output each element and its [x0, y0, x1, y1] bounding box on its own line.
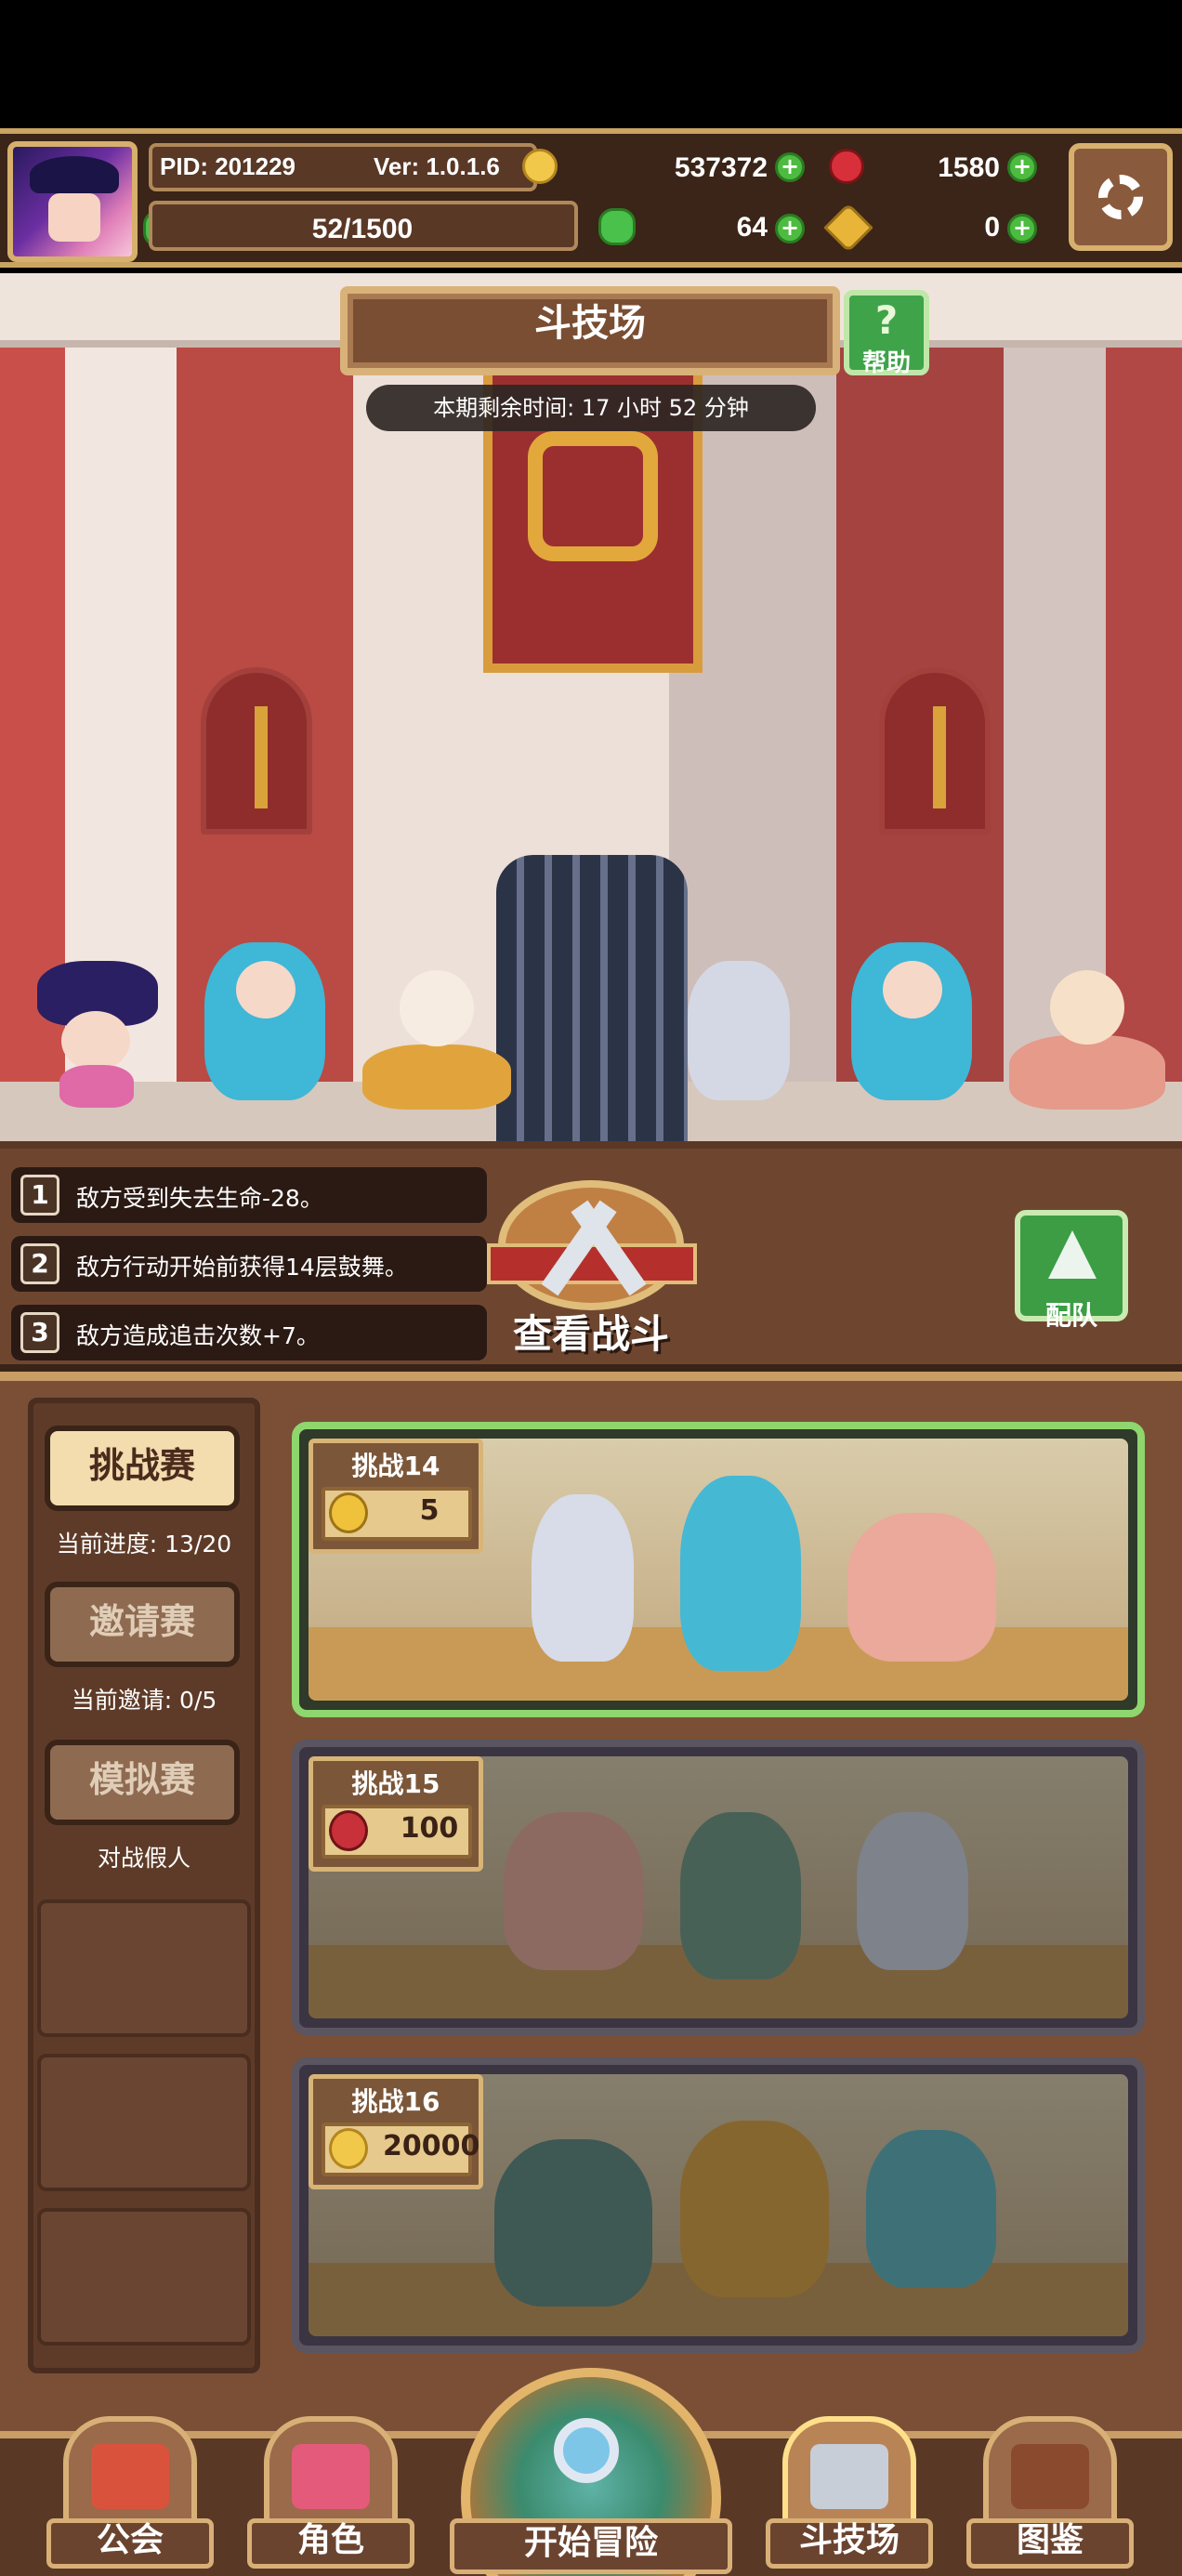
challenge-reward: 20000: [383, 2130, 480, 2162]
gold-coin-icon: [329, 2128, 368, 2169]
book-icon: [1011, 2444, 1089, 2509]
challenge-title: 挑战15: [351, 1768, 440, 1799]
simulate-mode-label[interactable]: 模拟赛: [45, 1740, 240, 1825]
guild-house-icon: [91, 2444, 169, 2509]
simulate-subtitle: 对战假人: [97, 1845, 190, 1872]
empty-mode-slot: [37, 2208, 251, 2346]
avatar-face: [48, 193, 100, 242]
stamina-value: 52/1500: [311, 214, 414, 244]
enemy-sprite-mermaid: [842, 914, 981, 1110]
key-count: 0: [984, 212, 1000, 243]
sword-alcove-left: [201, 667, 312, 835]
nav-character-label: 角色: [296, 2521, 364, 2559]
gold-coin-icon: [522, 149, 558, 184]
season-timer: 本期剩余时间: 17 小时 52 分钟: [433, 395, 749, 421]
buff-row: 2 敌方行动开始前获得14层鼓舞。: [11, 1236, 487, 1292]
buff-text: 敌方造成追击次数+7。: [76, 1322, 320, 1349]
ribbon-icon: [487, 1243, 697, 1284]
buff-number: 3: [20, 1312, 59, 1353]
ruby-gem-icon: [329, 1810, 368, 1851]
game-version: Ver: 1.0.1.6: [374, 152, 500, 180]
view-battle-label[interactable]: 查看战斗: [452, 1303, 730, 1360]
invite-mode-label[interactable]: 邀请赛: [45, 1582, 240, 1667]
arena-gate: [496, 855, 688, 1143]
nav-arena[interactable]: 斗技场: [766, 2416, 933, 2576]
buff-row: 1 敌方受到失去生命-28。: [11, 1167, 487, 1223]
enemy-clam-girl-sprite: [504, 1812, 643, 1970]
character-portrait-icon: [292, 2444, 370, 2509]
crossed-swords-icon: [810, 2444, 888, 2509]
player-avatar[interactable]: [7, 141, 138, 262]
clover-count: 64: [736, 212, 768, 243]
invite-progress: 当前邀请: 0/5: [71, 1687, 217, 1714]
buff-text: 敌方受到失去生命-28。: [76, 1185, 323, 1212]
team-icon: [1048, 1230, 1097, 1279]
nav-codex[interactable]: 图鉴: [966, 2416, 1134, 2576]
add-gold-button[interactable]: +: [775, 152, 805, 182]
nav-adventure[interactable]: 开始冒险: [450, 2368, 732, 2576]
challenge-reward: 100: [400, 1812, 459, 1845]
enemy-ghost-sprite: [857, 1812, 968, 1970]
add-key-button[interactable]: +: [1007, 214, 1037, 243]
challenge-mode-label[interactable]: 挑战赛: [45, 1426, 240, 1511]
octagon-emblem-icon: [528, 431, 658, 561]
buff-row: 3 敌方造成追击次数+7。: [11, 1305, 487, 1360]
team-setup-label: 配队: [1044, 1300, 1097, 1331]
enemy-shell-princess-sprite: [680, 2121, 829, 2297]
enemy-sprite-mermaid: [195, 914, 335, 1110]
enemy-golem-sprite: [866, 2130, 996, 2288]
enemy-ghost-sprite: [532, 1494, 634, 1662]
challenge-title: 挑战16: [351, 2086, 440, 2117]
ruby-count: 1580: [938, 152, 1000, 183]
magnifier-icon: [554, 2418, 619, 2483]
nav-arena-label: 斗技场: [798, 2521, 900, 2559]
buff-number: 2: [20, 1243, 59, 1284]
gold-count: 537372: [674, 152, 768, 183]
nav-guild[interactable]: 公会: [46, 2416, 214, 2576]
sword-alcove-right: [879, 667, 991, 835]
enemy-cat-girl-sprite: [680, 1812, 801, 1979]
enemy-clam-girl-sprite: [847, 1513, 996, 1662]
nav-guild-label: 公会: [96, 2521, 164, 2559]
clover-icon: [598, 208, 636, 245]
nav-codex-label: 图鉴: [1016, 2521, 1084, 2559]
empty-mode-slot: [37, 2054, 251, 2191]
challenge-reward: 5: [419, 1494, 440, 1527]
sword-icon: [933, 706, 946, 808]
view-battle-button[interactable]: [487, 1180, 697, 1310]
gold-medal-icon: [329, 1492, 368, 1533]
status-bar: PID: 201229 Ver: 1.0.1.6 537372 + 1580 +…: [0, 128, 1182, 268]
gear-icon: [1098, 175, 1143, 219]
player-hero-sprite: [28, 961, 167, 1110]
buff-number: 1: [20, 1175, 59, 1216]
page-title: 斗技场: [534, 302, 646, 345]
challenge-title: 挑战14: [351, 1451, 440, 1481]
ruby-gem-icon: [829, 149, 864, 184]
empty-mode-slot: [37, 1899, 251, 2037]
nav-character[interactable]: 角色: [247, 2416, 414, 2576]
player-id: PID: 201229: [160, 152, 296, 180]
gold-key-icon: [823, 203, 873, 253]
challenge-card[interactable]: 挑战15 100: [292, 1740, 1145, 2035]
help-label: 帮助: [861, 349, 911, 377]
enemy-sprite-shell-princess: [353, 942, 520, 1119]
question-mark-icon: ?: [874, 297, 899, 343]
challenge-card[interactable]: 挑战16 20000: [292, 2057, 1145, 2353]
challenge-card[interactable]: 挑战14 5: [292, 1422, 1145, 1717]
buff-text: 敌方行动开始前获得14层鼓舞。: [76, 1254, 408, 1281]
add-ruby-button[interactable]: +: [1007, 152, 1037, 182]
add-clover-button[interactable]: +: [775, 214, 805, 243]
challenge-progress: 当前进度: 13/20: [56, 1531, 232, 1557]
nav-adventure-label: 开始冒险: [523, 2524, 658, 2562]
wizard-hat-icon: [30, 156, 119, 193]
enemy-sprite-clam-girl: [1004, 952, 1171, 1119]
settings-button[interactable]: [1069, 143, 1173, 251]
sword-icon: [255, 706, 268, 808]
enemy-knight-sprite: [494, 2139, 652, 2307]
enemy-mermaid-sprite: [680, 1476, 801, 1671]
enemy-sprite-ghost: [678, 942, 799, 1110]
